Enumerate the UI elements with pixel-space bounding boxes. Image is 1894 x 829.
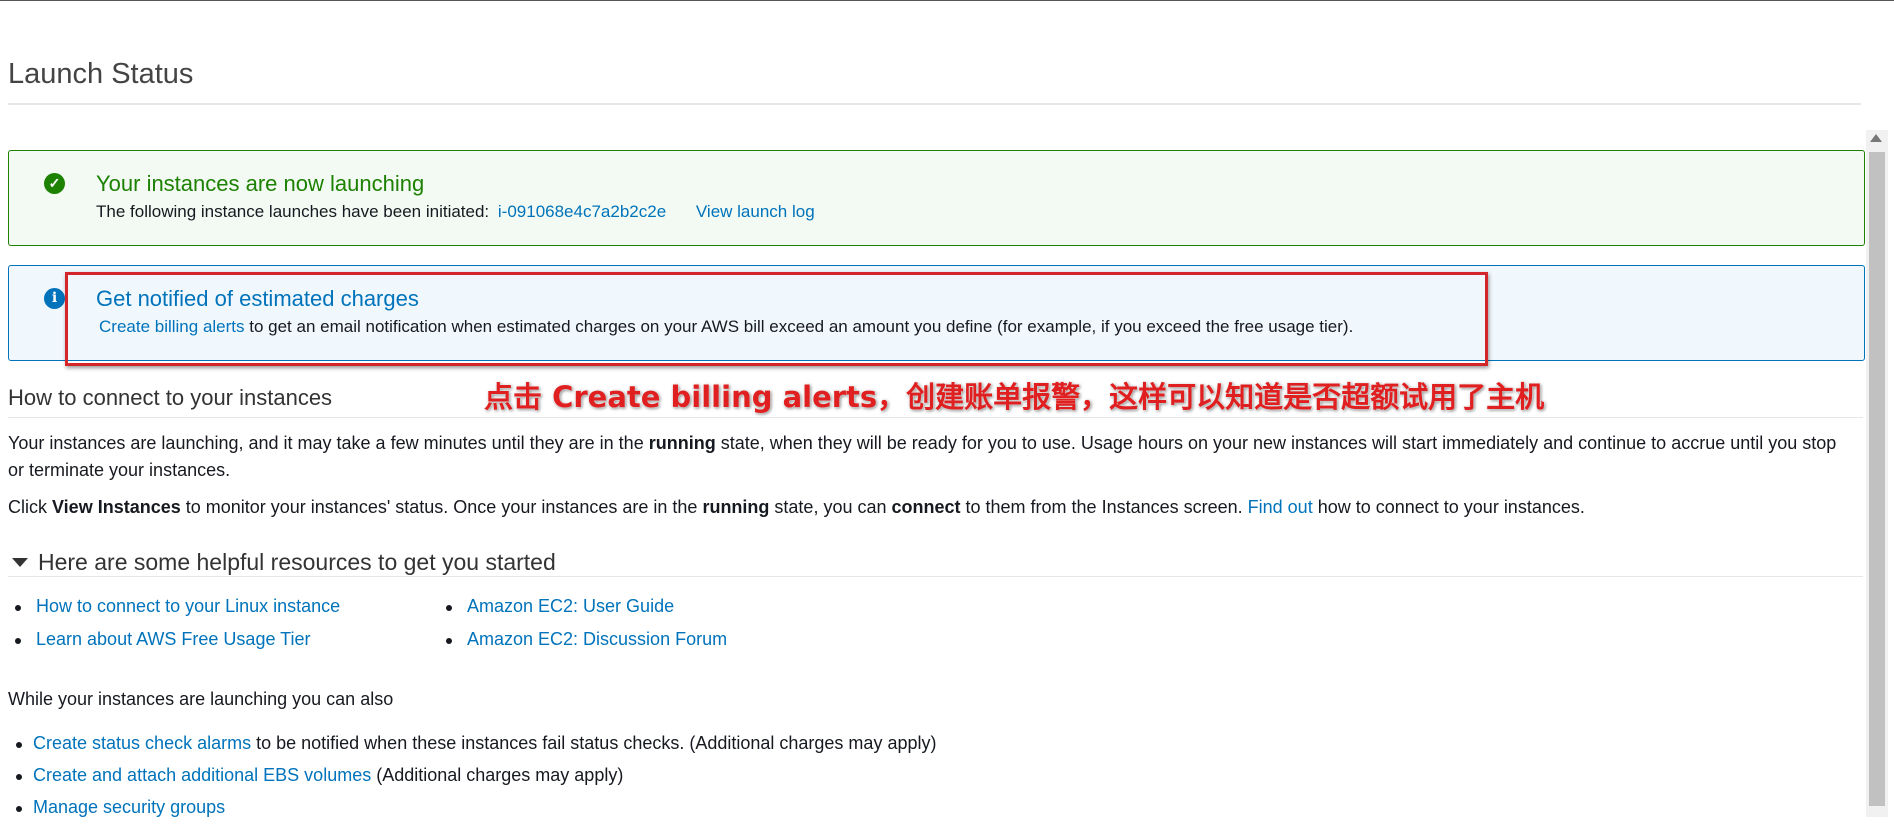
check-circle-icon: ✓ (44, 173, 65, 194)
success-message: The following instance launches have bee… (96, 202, 815, 222)
manage-security-groups-link[interactable]: Manage security groups (33, 797, 225, 817)
connect-paragraph-2: Click View Instances to monitor your ins… (8, 494, 1585, 521)
list-item: How to connect to your Linux instance (8, 596, 340, 629)
also-list: Create status check alarms to be notifie… (8, 733, 936, 829)
p1-text-a: Your instances are launching, and it may… (8, 433, 649, 453)
p2-text-b: to monitor your instances' status. Once … (180, 497, 703, 517)
p2-text-c: state, you can (769, 497, 892, 517)
annotation-text: 点击 Create billing alerts，创建账单报警，这样可以知道是否… (484, 380, 1545, 414)
success-title: Your instances are now launching (96, 171, 425, 196)
p2-bold-connect: connect (891, 497, 961, 517)
also-item-text: to be notified when these instances fail… (251, 733, 937, 753)
success-text: The following instance launches have bee… (96, 202, 490, 221)
list-item: Amazon EC2: Discussion Forum (439, 629, 727, 662)
p2-bold-running: running (702, 497, 770, 517)
p2-bold-view-instances: View Instances (52, 497, 181, 517)
user-guide-link[interactable]: Amazon EC2: User Guide (467, 596, 674, 616)
create-ebs-volumes-link[interactable]: Create and attach additional EBS volumes (33, 765, 371, 785)
also-intro: While your instances are launching you c… (8, 689, 394, 709)
title-divider (8, 103, 1861, 105)
scrollbar-thumb[interactable] (1869, 152, 1885, 806)
view-launch-log-link[interactable]: View launch log (696, 202, 815, 221)
p2-text-a: Click (8, 497, 52, 517)
annotation-highlight-box (65, 272, 1488, 366)
connect-paragraph-1: Your instances are launching, and it may… (8, 430, 1848, 484)
resources-list-right: Amazon EC2: User Guide Amazon EC2: Discu… (439, 596, 727, 662)
page-title: Launch Status (8, 58, 194, 90)
collapse-triangle-icon[interactable] (12, 558, 28, 567)
list-item: Create status check alarms to be notifie… (8, 733, 936, 765)
resources-divider (8, 576, 1863, 577)
resources-list-left: How to connect to your Linux instance Le… (8, 596, 340, 662)
info-icon: i (44, 288, 65, 309)
list-item: Amazon EC2: User Guide (439, 596, 727, 629)
resources-heading[interactable]: Here are some helpful resources to get y… (38, 549, 556, 576)
p2-text-e: how to connect to your instances. (1312, 497, 1585, 517)
instance-id-link[interactable]: i-091068e4c7a2b2c2e (498, 202, 666, 221)
list-item: Learn about AWS Free Usage Tier (8, 629, 340, 662)
top-border (0, 0, 1894, 1)
p1-bold-running: running (648, 433, 716, 453)
success-panel (8, 150, 1865, 246)
free-usage-tier-link[interactable]: Learn about AWS Free Usage Tier (36, 629, 310, 649)
also-item-text: (Additional charges may apply) (371, 765, 624, 785)
create-status-check-alarms-link[interactable]: Create status check alarms (33, 733, 251, 753)
connect-divider (8, 417, 1863, 418)
list-item: Manage security groups (8, 797, 936, 829)
discussion-forum-link[interactable]: Amazon EC2: Discussion Forum (467, 629, 727, 649)
find-out-link[interactable]: Find out (1248, 497, 1313, 517)
scroll-up-arrow-icon[interactable] (1870, 134, 1882, 142)
list-item: Create and attach additional EBS volumes… (8, 765, 936, 797)
p2-text-d: to them from the Instances screen. (960, 497, 1248, 517)
connect-heading: How to connect to your instances (8, 385, 333, 410)
linux-connect-link[interactable]: How to connect to your Linux instance (36, 596, 340, 616)
